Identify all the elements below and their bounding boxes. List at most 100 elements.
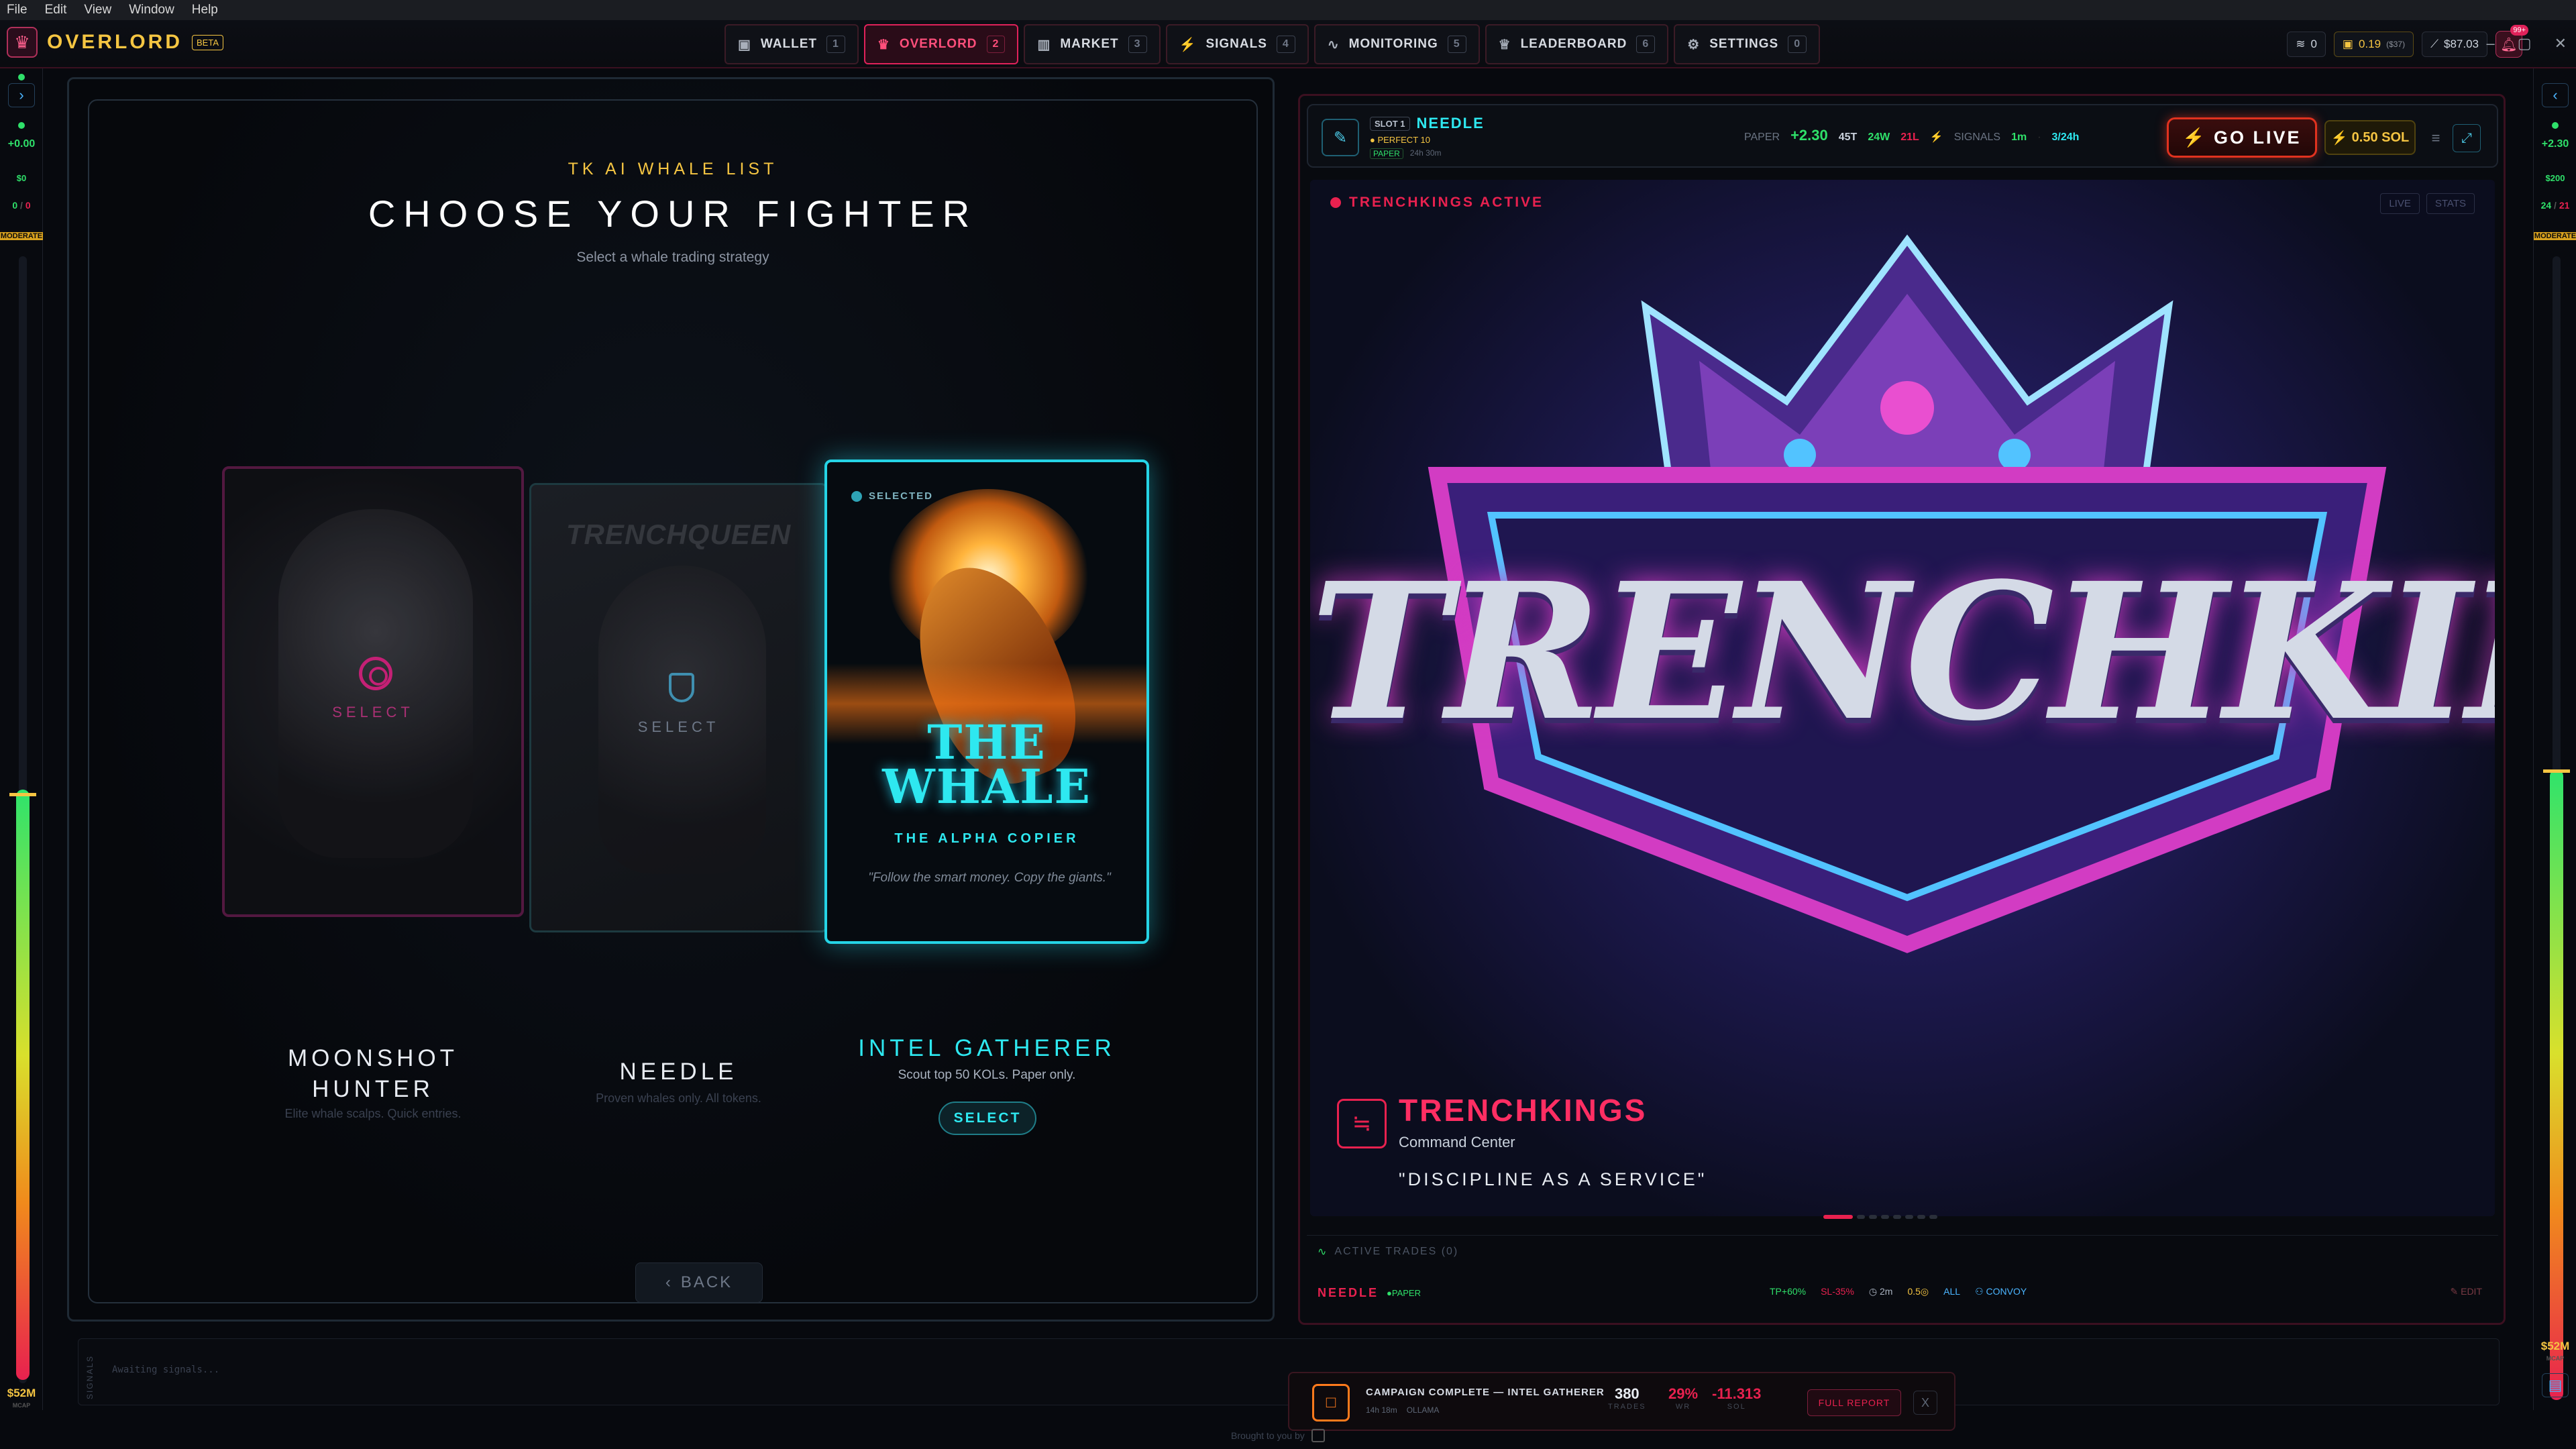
risk-meter <box>2550 769 2563 1400</box>
carousel-dot[interactable] <box>1905 1215 1913 1219</box>
menu-button[interactable]: ≡ <box>2424 125 2447 151</box>
select-button[interactable]: SELECT <box>938 1102 1036 1135</box>
rail-wins: 0 <box>12 200 18 211</box>
perfect-label: PERFECT 10 <box>1377 135 1430 145</box>
people-icon: ⚇ <box>1975 1286 1986 1297</box>
tab-overlord[interactable]: ♛ OVERLORD 2 <box>863 24 1019 64</box>
tab-shortcut: 1 <box>826 36 845 53</box>
expand-icon: ⤢ <box>2461 130 2472 146</box>
trend-icon: ⟋ <box>2430 38 2438 50</box>
stat-value: -11.313 <box>1712 1385 1762 1402</box>
carousel-dot[interactable] <box>1917 1215 1925 1219</box>
carousel-dot[interactable] <box>1857 1215 1865 1219</box>
tab-market[interactable]: ▥ MARKET 3 <box>1024 24 1161 64</box>
hero-tabs: LIVE STATS <box>2380 193 2475 214</box>
menu-view[interactable]: View <box>84 3 111 17</box>
active-trades-bar[interactable]: ∿ ACTIVE TRADES (0) <box>1307 1235 2498 1267</box>
tab-live[interactable]: LIVE <box>2380 193 2420 214</box>
tab-settings[interactable]: ⚙ SETTINGS 0 <box>1674 24 1821 64</box>
carousel-dot[interactable] <box>1893 1215 1901 1219</box>
risk-mode: MODERATE <box>0 232 43 240</box>
tab-shortcut: 4 <box>1276 36 1295 53</box>
convoy-label: CONVOY <box>1986 1286 2027 1297</box>
convoy[interactable]: ⚇ CONVOY <box>1975 1286 2027 1297</box>
bar-chart-icon: ▥ <box>1037 37 1051 52</box>
target-icon <box>359 657 392 690</box>
stack-count: 0 <box>2310 38 2317 50</box>
hero-subtitle: Command Center <box>1399 1134 1515 1150</box>
crown-icon: ♛ <box>877 37 890 52</box>
campaign-complete-toast: □ CAMPAIGN COMPLETE — INTEL GATHERER 14h… <box>1288 1372 1955 1431</box>
rail-expand-button[interactable]: › <box>8 83 35 107</box>
close-toast-button[interactable]: X <box>1913 1391 1937 1415</box>
menu-help[interactable]: Help <box>192 3 218 17</box>
card-moonshot-hunter[interactable]: SELECT <box>222 466 524 917</box>
rail-record: 24 / 21 <box>2540 200 2570 211</box>
sol-balance[interactable]: ▣ 0.19 ($37) <box>2333 32 2414 57</box>
panel-kicker: TK AI WHALE LIST <box>568 160 778 178</box>
rail-mcap: $52M <box>2540 1340 2570 1352</box>
menu-window[interactable]: Window <box>129 3 174 17</box>
edit-config-button[interactable]: ✎ EDIT <box>2450 1286 2482 1297</box>
maximize-icon[interactable]: ▢ <box>2518 35 2532 52</box>
paper-badge: PAPER <box>1370 148 1403 159</box>
edit-slot-button[interactable]: ✎ <box>1322 119 1359 156</box>
full-report-button[interactable]: FULL REPORT <box>1807 1389 1901 1416</box>
tab-leaderboard[interactable]: ♕ LEADERBOARD 6 <box>1485 24 1669 64</box>
config-values: TP+60% SL-35% ◷ 2m 0.5◎ ALL ⚇ CONVOY <box>1770 1286 2027 1297</box>
rail-mcap-label: MCAP <box>2546 1355 2565 1362</box>
stop-loss: SL-35% <box>1821 1286 1854 1297</box>
meter-marker[interactable] <box>9 793 36 796</box>
portfolio-value[interactable]: ⟋ $87.03 <box>2422 32 2487 57</box>
hold-time-value: 2m <box>1880 1286 1893 1297</box>
trenchkings-logo-text: TRENCHKINGS <box>1310 542 2495 763</box>
campaign-winrate: 29% WR <box>1668 1385 1698 1411</box>
minimize-icon[interactable]: – <box>2487 35 2495 52</box>
rail-bottom-button[interactable]: ▤ <box>2542 1373 2569 1397</box>
status-dot <box>18 74 25 80</box>
sol-amount-button[interactable]: ⚡ 0.50 SOL <box>2324 120 2416 155</box>
tab-label: LEADERBOARD <box>1520 37 1627 51</box>
rail-wins: 24 <box>2540 200 2552 211</box>
fighter-select-frame: TK AI WHALE LIST CHOOSE YOUR FIGHTER Sel… <box>88 99 1258 1303</box>
stat-value: 380 <box>1614 1385 1640 1402</box>
slot-strategy-name: NEEDLE <box>1416 115 1485 131</box>
selected-label: SELECTED <box>869 490 934 502</box>
close-icon[interactable]: ✕ <box>2555 35 2567 52</box>
footer-text: Brought to you by <box>1231 1430 1305 1441</box>
status-label: TRENCHKINGS ACTIVE <box>1349 195 1544 210</box>
campaign-duration: 14h 18m <box>1366 1405 1397 1415</box>
rail-collapse-button[interactable]: ‹ <box>2542 83 2569 107</box>
position-size: 0.5◎ <box>1907 1286 1929 1297</box>
carousel-dot[interactable] <box>1881 1215 1889 1219</box>
risk-meter <box>16 790 30 1380</box>
go-live-button[interactable]: ⚡ GO LIVE <box>2167 117 2317 158</box>
expand-button[interactable]: ⤢ <box>2453 124 2481 152</box>
tab-signals[interactable]: ⚡ SIGNALS 4 <box>1165 24 1309 64</box>
menu-edit[interactable]: Edit <box>45 3 67 17</box>
carousel-dot[interactable] <box>1823 1215 1853 1219</box>
slot-toolbar: ✎ SLOT 1 NEEDLE ● PERFECT 10 PAPER 24h 3… <box>1307 104 2498 168</box>
tab-monitoring[interactable]: ∿ MONITORING 5 <box>1313 24 1480 64</box>
stack-counter[interactable]: ≋ 0 <box>2287 32 2326 57</box>
command-icon: ≒ <box>1337 1099 1387 1148</box>
paper-label: PAPER <box>1391 1287 1421 1298</box>
carousel-dot[interactable] <box>1929 1215 1937 1219</box>
back-button[interactable]: ‹ BACK <box>635 1263 763 1303</box>
carousel-dot[interactable] <box>1869 1215 1877 1219</box>
menu-file[interactable]: File <box>7 3 28 17</box>
tab-label: WALLET <box>760 37 818 51</box>
left-rail: › +0.00 $0 0 / 0 MODERATE $52M MCAP <box>0 68 43 1410</box>
card-intel-gatherer[interactable]: SELECTED THE WHALE THE ALPHA COPIER "Fol… <box>824 460 1149 944</box>
config-strategy-name: NEEDLE <box>1318 1285 1379 1299</box>
rail-pnl: +2.30 <box>2541 138 2569 150</box>
panel-subtitle: Select a whale trading strategy <box>576 250 769 265</box>
tab-stats[interactable]: STATS <box>2426 193 2475 214</box>
tab-wallet[interactable]: ▣ WALLET 1 <box>724 24 859 64</box>
tab-label: OVERLORD <box>899 37 977 51</box>
card-needle[interactable]: TRENCHQUEEN SELECT <box>529 483 828 932</box>
meter-marker[interactable] <box>2543 769 2570 773</box>
status-dot <box>1330 197 1341 208</box>
selected-indicator: SELECTED <box>851 490 933 502</box>
stack-icon: ≋ <box>2296 38 2306 50</box>
